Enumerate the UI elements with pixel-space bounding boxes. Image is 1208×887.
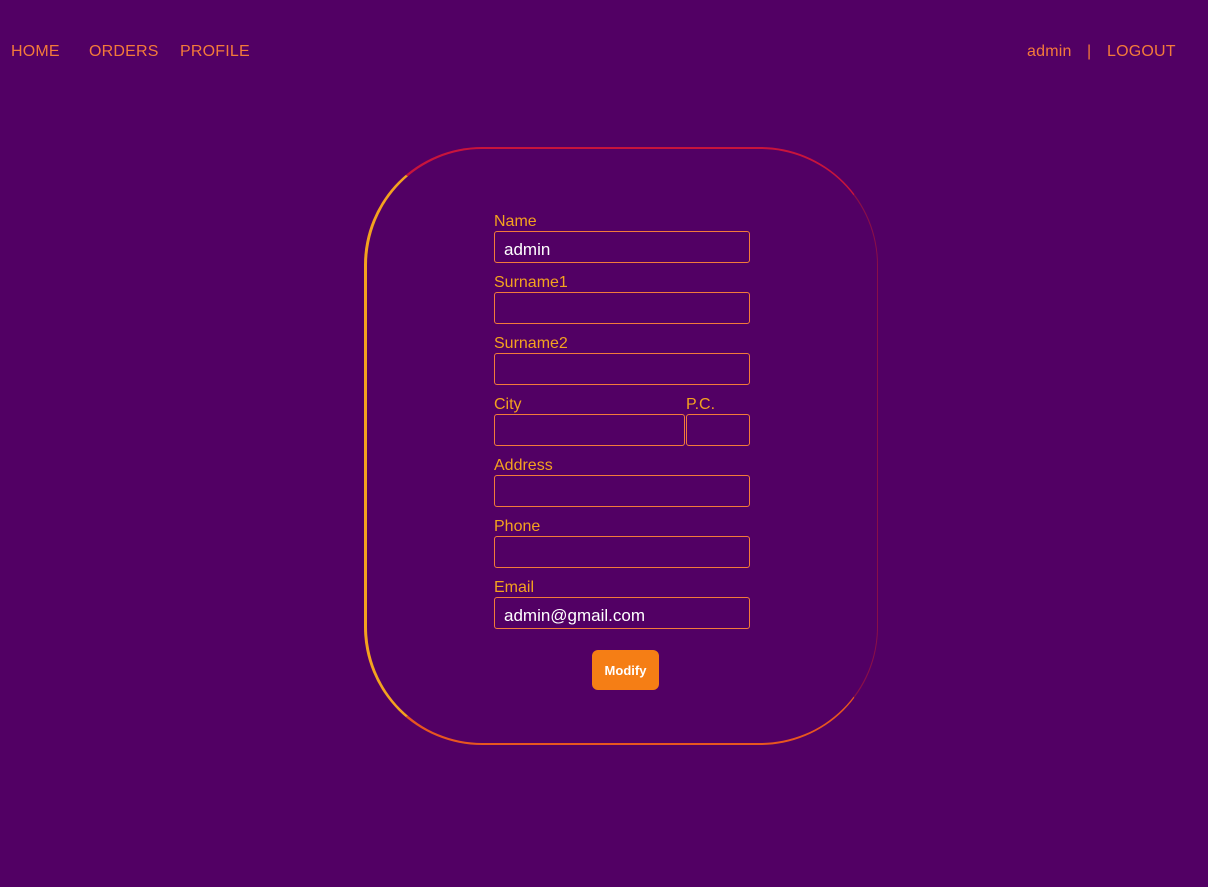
nav-home-link[interactable]: HOME bbox=[11, 43, 60, 61]
address-label: Address bbox=[494, 457, 553, 474]
city-field[interactable] bbox=[494, 414, 685, 446]
email-label: Email bbox=[494, 579, 535, 596]
surname2-label: Surname2 bbox=[494, 335, 568, 352]
email-field[interactable] bbox=[494, 597, 750, 629]
nav-user-link[interactable]: admin bbox=[1027, 43, 1072, 61]
phone-label: Phone bbox=[494, 518, 541, 535]
surname1-field[interactable] bbox=[494, 292, 750, 324]
phone-field[interactable] bbox=[494, 536, 750, 568]
nav-profile-link[interactable]: PROFILE bbox=[180, 43, 250, 61]
postal-code-field[interactable] bbox=[686, 414, 750, 446]
name-field[interactable] bbox=[494, 231, 750, 263]
nav-separator: | bbox=[1087, 43, 1092, 60]
name-label: Name bbox=[494, 213, 537, 230]
top-nav: HOME ORDERS PROFILE admin | LOGOUT bbox=[0, 43, 1208, 63]
modify-button[interactable]: Modify bbox=[592, 650, 659, 690]
nav-logout-link[interactable]: LOGOUT bbox=[1107, 43, 1176, 61]
postal-code-label: P.C. bbox=[686, 396, 716, 413]
address-field[interactable] bbox=[494, 475, 750, 507]
surname2-field[interactable] bbox=[494, 353, 750, 385]
nav-orders-link[interactable]: ORDERS bbox=[89, 43, 159, 61]
city-label: City bbox=[494, 396, 522, 413]
surname1-label: Surname1 bbox=[494, 274, 568, 291]
